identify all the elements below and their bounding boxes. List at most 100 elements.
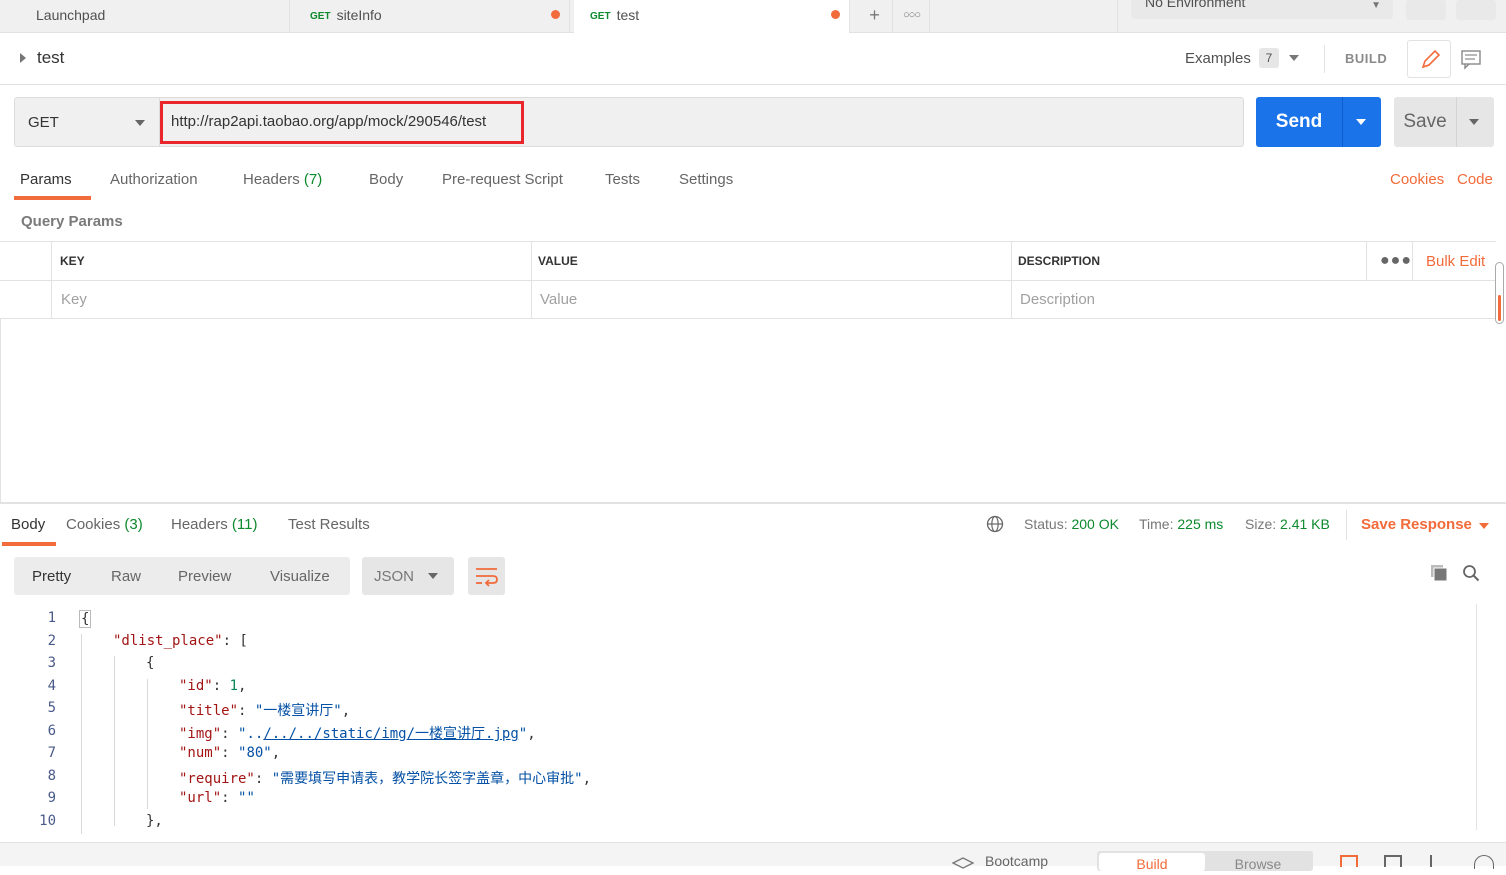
json-punct: :	[221, 726, 239, 742]
cookies-link[interactable]: Cookies	[1390, 171, 1444, 188]
bulk-edit-link[interactable]: Bulk Edit	[1426, 253, 1485, 270]
json-link[interactable]: /../../static/img/一楼宣讲厅.jpg	[263, 726, 518, 742]
code-link[interactable]: Code	[1457, 171, 1493, 188]
divider	[1342, 97, 1343, 147]
value-input[interactable]: Value	[540, 291, 577, 308]
caret-right-icon[interactable]	[20, 53, 26, 63]
chevron-down-icon[interactable]	[1289, 55, 1299, 61]
divider	[0, 280, 1496, 281]
indent-guide	[114, 656, 115, 826]
tab-launchpad[interactable]: Launchpad	[20, 0, 290, 33]
send-button[interactable]: Send	[1256, 97, 1381, 147]
sidebar-toggle-icon[interactable]	[1340, 855, 1358, 867]
build-toggle[interactable]: Build	[1099, 853, 1205, 872]
method-select[interactable]: GET	[14, 97, 160, 147]
format-select[interactable]: JSON	[362, 557, 454, 595]
globe-icon[interactable]	[986, 515, 1004, 533]
view-raw[interactable]: Raw	[111, 568, 141, 585]
code-line: "require": "需要填写申请表，教学院长签字盖章，中心审批",	[179, 768, 591, 788]
new-tab-plus-icon[interactable]: +	[857, 0, 893, 33]
tab-siteinfo[interactable]: GET siteInfo	[294, 0, 570, 33]
chevron-down-icon[interactable]	[1479, 523, 1489, 529]
tab-more-icon[interactable]: ○○○	[894, 0, 930, 33]
send-options-chevron-icon[interactable]	[1356, 119, 1366, 125]
view-preview[interactable]: Preview	[178, 568, 231, 585]
json-key: "title"	[179, 703, 239, 719]
tab-authorization[interactable]: Authorization	[110, 171, 198, 188]
line-number: 6	[47, 723, 56, 739]
request-name[interactable]: test	[37, 48, 64, 68]
two-pane-icon[interactable]	[1384, 855, 1402, 867]
json-key: "id"	[179, 678, 213, 694]
status-bar: Bootcamp Build Browse	[0, 842, 1506, 872]
method-label: GET	[28, 114, 59, 131]
key-input[interactable]: Key	[61, 291, 87, 308]
line-number: 2	[47, 633, 56, 649]
code-line: {	[79, 610, 92, 628]
url-text[interactable]: http://rap2api.taobao.org/app/mock/29054…	[171, 113, 486, 130]
environment-settings-icon[interactable]	[1456, 0, 1496, 20]
view-visualize[interactable]: Visualize	[270, 568, 330, 585]
time-readout: Time: 225 ms	[1139, 516, 1223, 532]
response-tab-cookies[interactable]: Cookies (3)	[66, 516, 143, 533]
line-number: 7	[47, 745, 56, 761]
scrollbar[interactable]	[1495, 262, 1504, 324]
json-string: "	[518, 726, 528, 742]
headers-count: (7)	[303, 171, 323, 188]
bootcamp-link[interactable]: Bootcamp	[985, 853, 1048, 869]
save-button[interactable]: Save	[1394, 97, 1494, 147]
chevron-down-icon	[428, 573, 438, 579]
environment-select[interactable]: No Environment ▼	[1131, 0, 1393, 19]
response-body-editor[interactable]: 1 { 2 "dlist_place": [ 3 { 4 "id": 1, 5 …	[0, 604, 1480, 836]
tab-params[interactable]: Params	[20, 171, 72, 188]
divider	[1346, 510, 1347, 540]
runner-icon[interactable]	[1430, 855, 1446, 867]
tab-method: GET	[590, 11, 611, 22]
json-punct: :	[238, 703, 255, 719]
tab-prerequest-script[interactable]: Pre-request Script	[442, 171, 563, 188]
examples-label[interactable]: Examples	[1185, 50, 1251, 67]
save-response-button[interactable]: Save Response	[1361, 516, 1472, 533]
tab-tests[interactable]: Tests	[605, 171, 640, 188]
comments-button[interactable]	[1451, 40, 1491, 78]
tab-settings[interactable]: Settings	[679, 171, 733, 188]
query-params-table: KEY VALUE DESCRIPTION ●●● Bulk Edit Key …	[0, 241, 1496, 319]
wrap-lines-button[interactable]	[468, 557, 505, 595]
examples-count-badge: 7	[1259, 48, 1279, 68]
tab-body[interactable]: Body	[369, 171, 403, 188]
description-input[interactable]: Description	[1020, 291, 1095, 308]
copy-icon[interactable]	[1430, 564, 1448, 582]
json-punct: ,	[271, 745, 281, 761]
json-punct: ,	[582, 771, 592, 787]
help-icon[interactable]	[1474, 855, 1494, 869]
scrollbar-thumb[interactable]	[1498, 295, 1501, 321]
response-tab-headers[interactable]: Headers (11)	[171, 516, 257, 533]
tab-headers[interactable]: Headers (7)	[243, 171, 322, 188]
query-params-title: Query Params	[21, 213, 123, 230]
value-column-header: VALUE	[538, 254, 578, 268]
edit-button[interactable]	[1407, 40, 1451, 78]
build-browse-toggle: Build Browse	[1097, 851, 1313, 872]
scrollbar[interactable]	[1476, 604, 1477, 830]
divider	[1366, 242, 1367, 280]
view-pretty[interactable]: Pretty	[32, 568, 71, 585]
search-icon[interactable]	[1462, 564, 1480, 582]
more-options-icon[interactable]: ●●●	[1380, 252, 1412, 270]
chevron-down-icon	[135, 120, 145, 126]
status-value: 200 OK	[1071, 516, 1119, 532]
response-tab-test-results[interactable]: Test Results	[288, 516, 370, 533]
bootcamp-icon	[952, 857, 974, 869]
code-line: {	[146, 655, 155, 671]
pencil-icon	[1421, 49, 1441, 69]
code-line: "url": ""	[179, 790, 255, 806]
json-punct: :	[221, 790, 239, 806]
tab-label: siteInfo	[336, 7, 382, 23]
tab-test[interactable]: GET test	[574, 0, 850, 34]
tab-method: GET	[310, 11, 331, 22]
browse-toggle[interactable]: Browse	[1205, 853, 1311, 872]
format-label: JSON	[374, 568, 415, 585]
save-options-chevron-icon[interactable]	[1469, 119, 1479, 125]
response-tab-body[interactable]: Body	[11, 516, 45, 533]
chevron-down-icon: ▼	[1371, 0, 1381, 11]
eye-icon[interactable]	[1406, 0, 1446, 20]
